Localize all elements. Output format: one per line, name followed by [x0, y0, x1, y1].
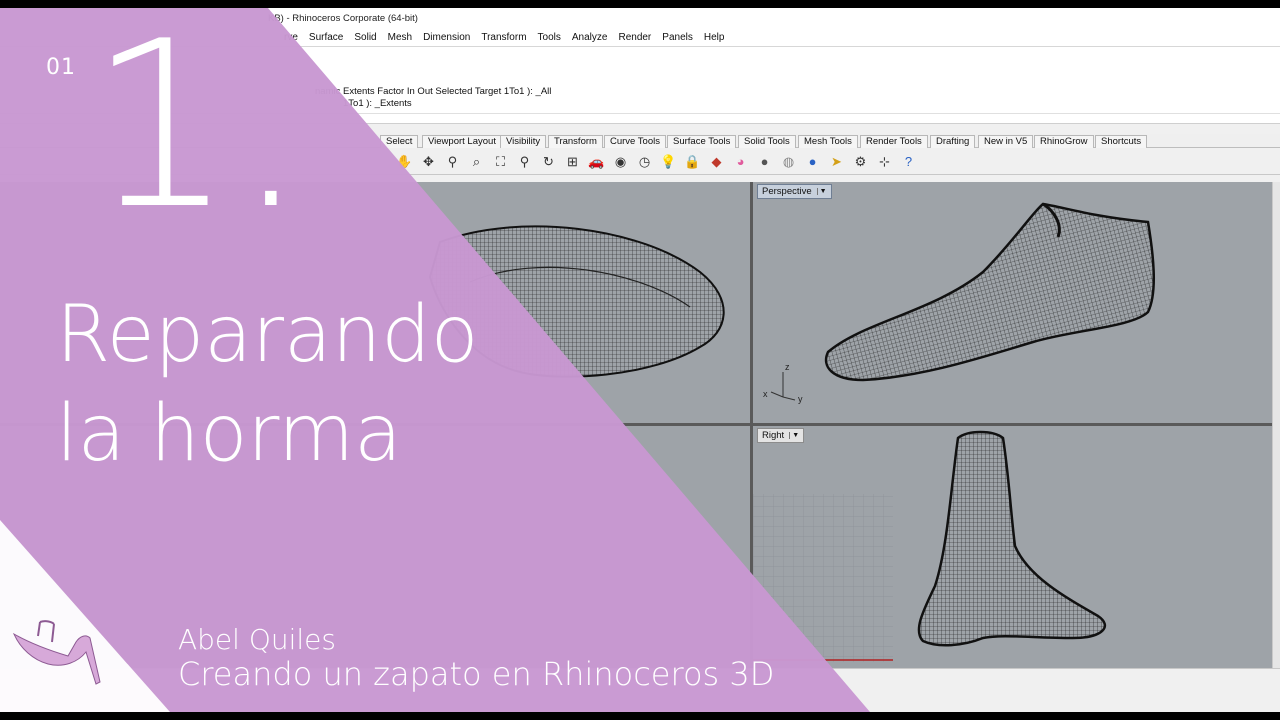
zoom-dynamic-icon[interactable]: ⚲	[444, 153, 461, 170]
menu-item[interactable]: Panels	[662, 32, 693, 43]
car-icon[interactable]: 🚗	[588, 153, 605, 170]
viewport-perspective[interactable]: Perspective ▼ z x y	[753, 182, 1272, 423]
viewport-top[interactable]	[0, 182, 750, 423]
status-bar	[0, 668, 1280, 712]
arrow-cursor-icon[interactable]: ➤	[828, 153, 845, 170]
clock-icon[interactable]: ◷	[636, 153, 653, 170]
last-mesh-top-view	[428, 225, 725, 378]
lock-icon[interactable]: 🔒	[684, 153, 701, 170]
menu-item[interactable]: Help	[704, 32, 725, 43]
rotate-view-icon[interactable]: ✥	[420, 153, 437, 170]
pan-hand-icon[interactable]: ✋	[396, 153, 413, 170]
screen-bottom-edge	[0, 712, 1280, 720]
layer-icon[interactable]: ◆	[708, 153, 725, 170]
toolbar-tab[interactable]: Visibility	[500, 135, 547, 148]
toolbar-tab[interactable]: Render Tools	[860, 135, 928, 148]
toolbar: ✋ ✥ ⚲ ⌕ ⛶ ⚲ ↻ ⊞ 🚗 ◉ ◷ 💡 🔒 ◆ ◕ ● ◍ ● ➤ ⚙ ⊹?	[0, 148, 1280, 175]
camera-icon[interactable]: ◉	[612, 153, 629, 170]
toolbar-tab[interactable]: RhinoGrow	[1034, 135, 1094, 148]
axis-label-x: x	[763, 389, 768, 399]
menu-item[interactable]: Tools	[538, 32, 561, 43]
light-bulb-icon[interactable]: 💡	[660, 153, 677, 170]
four-viewports-icon[interactable]: ⊞	[564, 153, 581, 170]
last-mesh-perspective: z x y	[763, 202, 1156, 404]
construction-grid	[753, 494, 893, 662]
toolbar-tab[interactable]: Transform	[548, 135, 603, 148]
toolbar-tab[interactable]: Surface Tools	[667, 135, 737, 148]
command-input[interactable]	[0, 113, 1280, 124]
last-mesh-right-view	[753, 430, 1106, 662]
command-history: namic Extents Factor In Out Selected Tar…	[0, 46, 1280, 124]
toolbar-tab[interactable]: New in V5	[978, 135, 1034, 148]
shaded-sphere-icon[interactable]: ◍	[780, 153, 797, 170]
menu-item[interactable]: Solid	[354, 32, 376, 43]
gumball-icon[interactable]: ⊹	[876, 153, 893, 170]
help-icon[interactable]: ?	[900, 153, 917, 170]
screen-top-edge	[0, 0, 1280, 8]
rhino-window: KB) - Rhinoceros Corporate (64-bit) rve S…	[0, 0, 1280, 720]
render-sphere-icon[interactable]: ●	[804, 153, 821, 170]
axis-label-z: z	[785, 362, 790, 372]
axis-gizmo	[770, 372, 796, 401]
toolbar-tab[interactable]: Drafting	[930, 135, 976, 148]
viewport-right[interactable]: Right ▼	[753, 426, 1272, 668]
toolbar-tab[interactable]: Solid Tools	[738, 135, 796, 148]
window-title: KB) - Rhinoceros Corporate (64-bit)	[0, 8, 1280, 28]
toolbar-tab[interactable]: Select	[380, 135, 419, 148]
toolbar-tab[interactable]: Shortcuts	[1095, 135, 1148, 148]
rotate-3d-icon[interactable]: ↻	[540, 153, 557, 170]
menu-item[interactable]: Mesh	[388, 32, 412, 43]
zoom-window-icon[interactable]: ⌕	[468, 153, 485, 170]
gear-icon[interactable]: ⚙	[852, 153, 869, 170]
menu-item[interactable]: Render	[618, 32, 651, 43]
menu-item[interactable]: Surface	[309, 32, 343, 43]
viewport-area: Perspective ▼ z x y Right ▼	[0, 182, 1272, 668]
menu-item[interactable]: Dimension	[423, 32, 470, 43]
toolbar-tabs: Select Viewport Layout Visibility Transform…	[0, 134, 1280, 148]
command-history-line: namic Extents Factor In Out Selected Tar…	[315, 86, 552, 97]
menu-item[interactable]: rve	[284, 32, 298, 43]
axis-label-y: y	[798, 394, 803, 404]
sphere-icon[interactable]: ●	[756, 153, 773, 170]
viewport-front[interactable]	[0, 426, 750, 668]
menu-bar: rve Surface Solid Mesh Dimension Transform Too…	[0, 28, 1280, 46]
command-history-line: 1To1 ): _Extents	[343, 98, 412, 109]
toolbar-tab[interactable]: Viewport Layout	[422, 135, 502, 148]
menu-item[interactable]: Analyze	[572, 32, 608, 43]
color-wheel-icon[interactable]: ◕	[732, 153, 749, 170]
vertical-scrollbar[interactable]	[1272, 182, 1280, 668]
toolbar-tab[interactable]: Mesh Tools	[798, 135, 858, 148]
zoom-selected-icon[interactable]: ⚲	[516, 153, 533, 170]
toolbar-tab[interactable]: Curve Tools	[604, 135, 666, 148]
menu-item[interactable]: Transform	[481, 32, 526, 43]
zoom-extents-icon[interactable]: ⛶	[492, 153, 509, 170]
